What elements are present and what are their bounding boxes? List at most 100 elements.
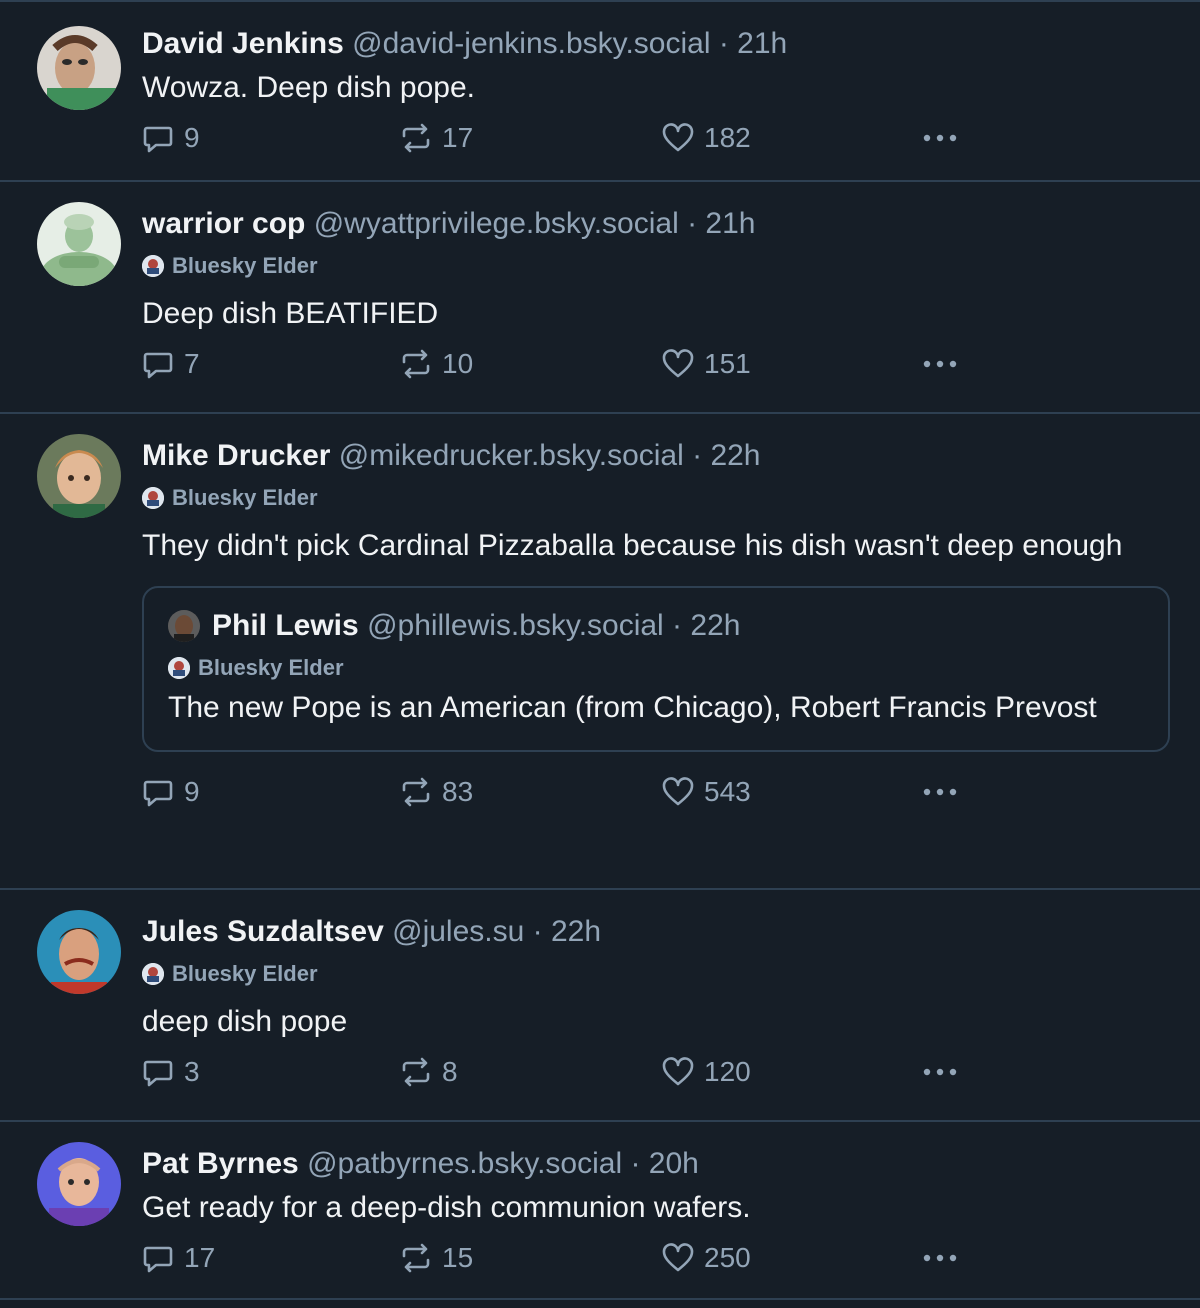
repost-icon — [402, 1243, 430, 1273]
author-name[interactable]: Jules Suzdaltsev — [142, 915, 384, 948]
ellipsis-icon — [923, 134, 957, 142]
badge-label: Bluesky Elder — [172, 961, 318, 986]
reply-button[interactable]: 9 — [142, 116, 200, 160]
post-text: Wowza. Deep dish pope. — [142, 71, 475, 104]
repost-button[interactable]: 83 — [400, 770, 473, 814]
avatar[interactable] — [37, 910, 121, 994]
bluesky-elder-badge: Bluesky Elder — [142, 252, 1170, 280]
bluesky-elder-badge: Bluesky Elder — [142, 960, 1170, 988]
like-button[interactable]: 250 — [662, 1236, 751, 1280]
repost-count: 8 — [442, 1056, 458, 1087]
badge-icon — [142, 963, 164, 985]
reply-icon — [143, 126, 173, 153]
like-count: 120 — [704, 1056, 751, 1087]
more-options-button[interactable] — [920, 116, 960, 160]
like-count: 182 — [704, 122, 751, 153]
post-actions: 3 8 120 — [142, 1050, 1170, 1108]
badge-label: Bluesky Elder — [172, 253, 318, 278]
reply-count: 3 — [184, 1056, 200, 1087]
like-count: 543 — [704, 776, 751, 807]
repost-icon — [402, 123, 430, 153]
quoted-post[interactable]: Phil Lewis @phillewis.bsky.social · 22h … — [142, 586, 1170, 752]
reply-icon — [143, 352, 173, 379]
post-feed: David Jenkins @david-jenkins.bsky.social… — [0, 0, 1200, 1300]
avatar[interactable] — [37, 434, 121, 518]
author-handle[interactable]: @patbyrnes.bsky.social · 20h — [307, 1147, 699, 1180]
author-name[interactable]: Pat Byrnes — [142, 1147, 299, 1180]
reply-icon — [143, 780, 173, 807]
repost-icon — [402, 349, 430, 379]
reply-button[interactable]: 17 — [142, 1236, 215, 1280]
author-handle[interactable]: @mikedrucker.bsky.social · 22h — [339, 439, 761, 472]
ellipsis-icon — [923, 788, 957, 796]
reply-count: 7 — [184, 348, 200, 379]
author-name[interactable]: warrior cop — [142, 207, 305, 240]
repost-button[interactable]: 8 — [400, 1050, 458, 1094]
like-button[interactable]: 151 — [662, 342, 751, 386]
repost-icon — [402, 777, 430, 807]
like-button[interactable]: 120 — [662, 1050, 751, 1094]
badge-label: Bluesky Elder — [172, 485, 318, 510]
author-handle[interactable]: @jules.su · 22h — [392, 915, 601, 948]
reply-icon — [143, 1060, 173, 1087]
reply-count: 17 — [184, 1242, 216, 1273]
like-button[interactable]: 182 — [662, 116, 751, 160]
more-options-button[interactable] — [920, 1050, 960, 1094]
repost-button[interactable]: 10 — [400, 342, 473, 386]
more-options-button[interactable] — [920, 342, 960, 386]
reply-count: 9 — [184, 776, 200, 807]
like-count: 250 — [704, 1242, 751, 1273]
author-name[interactable]: David Jenkins — [142, 27, 344, 60]
ellipsis-icon — [923, 360, 957, 368]
post[interactable]: David Jenkins @david-jenkins.bsky.social… — [0, 0, 1200, 180]
badge-icon — [168, 657, 190, 679]
repost-button[interactable]: 17 — [400, 116, 473, 160]
reply-button[interactable]: 9 — [142, 770, 200, 814]
author-handle[interactable]: @wyattprivilege.bsky.social · 21h — [314, 207, 756, 240]
more-options-button[interactable] — [920, 1236, 960, 1280]
reply-count: 9 — [184, 122, 200, 153]
author-handle[interactable]: @david-jenkins.bsky.social · 21h — [352, 27, 787, 60]
post-text: They didn't pick Cardinal Pizzaballa bec… — [142, 529, 1123, 562]
heart-icon — [662, 1243, 694, 1272]
heart-icon — [662, 349, 694, 378]
ellipsis-icon — [923, 1068, 957, 1076]
ellipsis-icon — [923, 1254, 957, 1262]
quoted-post-text: The new Pope is an American (from Chicag… — [168, 691, 1097, 724]
post-actions: 9 83 543 — [142, 770, 1170, 828]
reply-icon — [143, 1246, 173, 1273]
reply-button[interactable]: 3 — [142, 1050, 200, 1094]
quoted-avatar[interactable] — [168, 610, 200, 642]
post[interactable]: Jules Suzdaltsev @jules.su · 22h Bluesky… — [0, 888, 1200, 1120]
avatar[interactable] — [37, 26, 121, 110]
like-count: 151 — [704, 348, 751, 379]
repost-count: 83 — [442, 776, 474, 807]
post[interactable]: Mike Drucker @mikedrucker.bsky.social · … — [0, 412, 1200, 888]
post[interactable]: Pat Byrnes @patbyrnes.bsky.social · 20h … — [0, 1120, 1200, 1300]
repost-icon — [402, 1057, 430, 1087]
repost-count: 17 — [442, 122, 474, 153]
badge-icon — [142, 255, 164, 277]
avatar[interactable] — [37, 1142, 121, 1226]
bluesky-elder-badge: Bluesky Elder — [168, 654, 1144, 682]
repost-count: 10 — [442, 348, 474, 379]
post-actions: 9 17 182 — [142, 116, 1170, 174]
post-actions: 17 15 250 — [142, 1236, 1170, 1294]
reply-button[interactable]: 7 — [142, 342, 200, 386]
heart-icon — [662, 777, 694, 806]
post-actions: 7 10 151 — [142, 342, 1170, 400]
post[interactable]: warrior cop @wyattprivilege.bsky.social … — [0, 180, 1200, 412]
repost-count: 15 — [442, 1242, 474, 1273]
post-text: deep dish pope — [142, 1005, 348, 1038]
heart-icon — [662, 1057, 694, 1086]
quoted-author-name[interactable]: Phil Lewis — [212, 609, 359, 642]
author-name[interactable]: Mike Drucker — [142, 439, 330, 472]
avatar[interactable] — [37, 202, 121, 286]
quoted-author-handle[interactable]: @phillewis.bsky.social · 22h — [367, 609, 740, 642]
like-button[interactable]: 543 — [662, 770, 751, 814]
repost-button[interactable]: 15 — [400, 1236, 473, 1280]
bluesky-elder-badge: Bluesky Elder — [142, 484, 1170, 512]
more-options-button[interactable] — [920, 770, 960, 814]
badge-icon — [142, 487, 164, 509]
badge-label: Bluesky Elder — [198, 655, 344, 680]
